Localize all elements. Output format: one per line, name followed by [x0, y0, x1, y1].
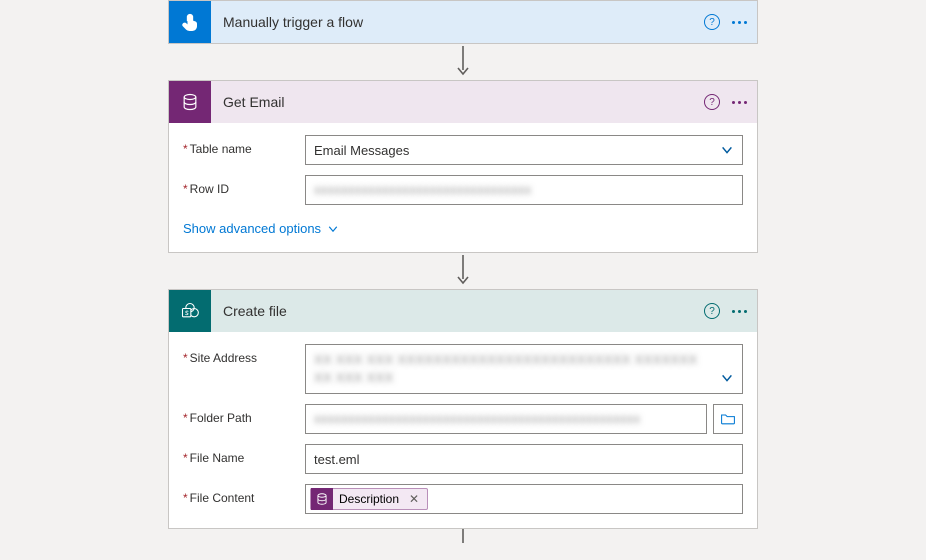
site-address-label: *Site Address [183, 344, 305, 365]
show-advanced-options-link[interactable]: Show advanced options [183, 221, 339, 236]
folder-picker-button[interactable] [713, 404, 743, 434]
file-name-label: *File Name [183, 444, 305, 465]
field-file-content: *File Content Description ✕ [183, 484, 743, 514]
chevron-down-icon [720, 371, 734, 385]
folder-icon [720, 411, 736, 427]
more-menu[interactable] [732, 101, 747, 104]
field-site-address: *Site Address XX XXX XXX XXXXXXXXXXXXXXX… [183, 344, 743, 394]
chevron-down-icon [720, 143, 734, 157]
dataverse-icon [169, 81, 211, 123]
file-name-input[interactable]: test.eml [305, 444, 743, 474]
table-name-label: *Table name [183, 135, 305, 156]
more-menu[interactable] [732, 310, 747, 313]
table-name-select[interactable]: Email Messages [305, 135, 743, 165]
trigger-title: Manually trigger a flow [211, 14, 704, 30]
row-id-input[interactable]: xxxxxxxxxxxxxxxxxxxxxxxxxxxxxxxx [305, 175, 743, 205]
chip-remove-icon[interactable]: ✕ [405, 492, 423, 506]
get-email-title: Get Email [211, 94, 704, 110]
file-content-label: *File Content [183, 484, 305, 505]
file-content-input[interactable]: Description ✕ [305, 484, 743, 514]
field-row-id: *Row ID xxxxxxxxxxxxxxxxxxxxxxxxxxxxxxxx [183, 175, 743, 205]
help-icon[interactable]: ? [704, 14, 720, 30]
touch-icon [169, 1, 211, 43]
connector-arrow-3 [455, 529, 471, 543]
connector-arrow-1 [455, 44, 471, 80]
help-icon[interactable]: ? [704, 94, 720, 110]
create-file-card: Create file ? *Site Address XX XXX XXX X… [168, 289, 758, 529]
chip-label: Description [339, 492, 399, 506]
row-id-label: *Row ID [183, 175, 305, 196]
create-file-title: Create file [211, 303, 704, 319]
connector-arrow-2 [455, 253, 471, 289]
sharepoint-icon [169, 290, 211, 332]
field-folder-path: *Folder Path xxxxxxxxxxxxxxxxxxxxxxxxxxx… [183, 404, 743, 434]
folder-path-input[interactable]: xxxxxxxxxxxxxxxxxxxxxxxxxxxxxxxxxxxxxxxx… [305, 404, 707, 434]
help-icon[interactable]: ? [704, 303, 720, 319]
folder-path-label: *Folder Path [183, 404, 305, 425]
dataverse-chip-icon [311, 488, 333, 510]
create-file-header[interactable]: Create file ? [169, 290, 757, 332]
chevron-down-icon [327, 223, 339, 235]
dynamic-content-chip[interactable]: Description ✕ [310, 488, 428, 510]
trigger-card: Manually trigger a flow ? [168, 0, 758, 44]
more-menu[interactable] [732, 21, 747, 24]
trigger-header[interactable]: Manually trigger a flow ? [169, 1, 757, 43]
get-email-header[interactable]: Get Email ? [169, 81, 757, 123]
site-address-select[interactable]: XX XXX XXX XXXXXXXXXXXXXXXXXXXXXXXXXX XX… [305, 344, 743, 394]
field-file-name: *File Name test.eml [183, 444, 743, 474]
get-email-card: Get Email ? *Table name Email Messages *… [168, 80, 758, 253]
field-table-name: *Table name Email Messages [183, 135, 743, 165]
